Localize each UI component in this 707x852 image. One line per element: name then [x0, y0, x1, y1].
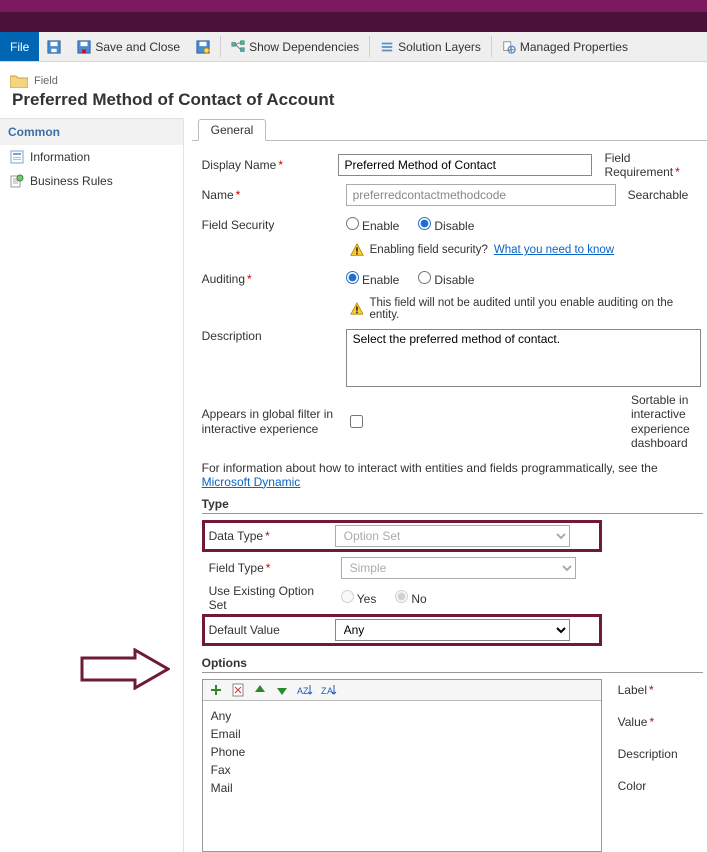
- save-as-button[interactable]: [188, 32, 218, 61]
- move-up-button[interactable]: [253, 683, 267, 697]
- managed-properties-label: Managed Properties: [520, 40, 628, 54]
- main-pane: General Display Name* Field Requirement*…: [184, 118, 707, 852]
- type-section-heading: Type: [202, 497, 703, 514]
- auditing-label: Auditing*: [202, 272, 340, 286]
- save-and-close-label: Save and Close: [95, 40, 180, 54]
- sort-asc-button[interactable]: AZ: [297, 683, 313, 697]
- file-label: File: [10, 40, 29, 54]
- field-security-label: Field Security: [202, 218, 340, 232]
- move-down-button[interactable]: [275, 683, 289, 697]
- data-type-label: Data Type*: [209, 529, 335, 543]
- warning-icon: [350, 302, 364, 316]
- solution-layers-label: Solution Layers: [398, 40, 481, 54]
- svg-text:Z: Z: [303, 686, 309, 696]
- auditing-enable[interactable]: Enable: [346, 271, 400, 287]
- sort-desc-button[interactable]: ZA: [321, 683, 337, 697]
- show-dependencies-button[interactable]: Show Dependencies: [223, 32, 367, 61]
- tab-label: General: [211, 123, 254, 137]
- delete-option-button[interactable]: [231, 683, 245, 697]
- default-value-select[interactable]: Any: [335, 619, 570, 641]
- list-item[interactable]: Fax: [211, 761, 593, 779]
- page-header: Field Preferred Method of Contact of Acc…: [0, 62, 707, 118]
- options-toolbar: AZ ZA: [203, 680, 601, 701]
- save-close-icon: [77, 40, 91, 54]
- global-filter-label: Appears in global filter in interactive …: [202, 407, 340, 436]
- ribbon-separator: [369, 36, 370, 57]
- name-input: [346, 184, 616, 206]
- option-value-label: Value*: [618, 715, 678, 729]
- save-icon-button[interactable]: [39, 32, 69, 61]
- save-as-icon: [196, 40, 210, 54]
- tab-bar: General: [192, 118, 707, 141]
- use-existing-no[interactable]: No: [395, 590, 427, 606]
- add-option-button[interactable]: [209, 683, 223, 697]
- sdk-link[interactable]: Microsoft Dynamic: [202, 475, 301, 489]
- field-type-label: Field Type*: [209, 561, 335, 575]
- option-detail-labels: Label* Value* Description Color: [618, 679, 678, 852]
- ribbon-separator: [220, 36, 221, 57]
- sidebar-item-label: Information: [30, 150, 90, 164]
- sidebar: Common Information Business Rules: [0, 118, 184, 852]
- sidebar-item-label: Business Rules: [30, 174, 113, 188]
- options-list[interactable]: Any Email Phone Fax Mail: [203, 701, 601, 851]
- name-label: Name*: [202, 188, 340, 202]
- global-filter-checkbox[interactable]: [350, 415, 363, 428]
- data-type-select: Option Set: [335, 525, 570, 547]
- description-input[interactable]: Select the preferred method of contact.: [346, 329, 701, 387]
- sdk-info-line: For information about how to interact wi…: [202, 461, 703, 489]
- field-requirement-label: Field Requirement*: [604, 151, 703, 179]
- ribbon-separator: [491, 36, 492, 57]
- save-and-close-button[interactable]: Save and Close: [69, 32, 188, 61]
- list-item[interactable]: Phone: [211, 743, 593, 761]
- list-item[interactable]: Any: [211, 707, 593, 725]
- solution-layers-button[interactable]: Solution Layers: [372, 32, 489, 61]
- default-value-callout: Default Value Any: [202, 614, 602, 646]
- file-menu[interactable]: File: [0, 32, 39, 61]
- sortable-label: Sortable in interactive experience dashb…: [631, 393, 703, 451]
- field-security-warning: Enabling field security? What you need t…: [350, 243, 703, 257]
- default-value-label: Default Value: [209, 623, 335, 637]
- auditing-disable[interactable]: Disable: [418, 271, 474, 287]
- header-kind: Field: [34, 75, 58, 87]
- warning-icon: [350, 243, 364, 257]
- managed-properties-button[interactable]: Managed Properties: [494, 32, 636, 61]
- field-security-disable[interactable]: Disable: [418, 217, 474, 233]
- option-description-label: Description: [618, 747, 678, 761]
- auditing-warning: This field will not be audited until you…: [350, 297, 703, 321]
- properties-icon: [502, 40, 516, 54]
- title-bar: [0, 12, 707, 32]
- option-color-label: Color: [618, 779, 678, 793]
- sidebar-item-information[interactable]: Information: [0, 145, 183, 169]
- form-icon: [10, 150, 24, 164]
- field-type-select: Simple: [341, 557, 576, 579]
- title-band: [0, 0, 707, 12]
- dependencies-icon: [231, 40, 245, 54]
- option-label-label: Label*: [618, 683, 678, 697]
- field-security-enable[interactable]: Enable: [346, 217, 400, 233]
- options-section-heading: Options: [202, 656, 703, 673]
- layers-icon: [380, 40, 394, 54]
- use-existing-yes[interactable]: Yes: [341, 590, 377, 606]
- searchable-label: Searchable: [628, 188, 689, 202]
- display-name-label: Display Name*: [202, 158, 332, 172]
- ribbon: File Save and Close Show Dependencies So…: [0, 32, 707, 62]
- use-existing-label: Use Existing Option Set: [209, 584, 335, 612]
- list-item[interactable]: Mail: [211, 779, 593, 797]
- rules-icon: [10, 174, 24, 188]
- show-dependencies-label: Show Dependencies: [249, 40, 359, 54]
- save-icon: [47, 40, 61, 54]
- sidebar-heading: Common: [0, 119, 183, 145]
- folder-icon: [10, 74, 28, 88]
- options-panel: AZ ZA Any Email Phone Fax Mail: [202, 679, 602, 852]
- data-type-callout: Data Type* Option Set: [202, 520, 602, 552]
- list-item[interactable]: Email: [211, 725, 593, 743]
- annotation-arrow-icon: [80, 648, 170, 690]
- svg-text:A: A: [327, 686, 333, 696]
- tab-general[interactable]: General: [198, 119, 267, 141]
- field-security-info-link[interactable]: What you need to know: [494, 244, 614, 256]
- display-name-input[interactable]: [338, 154, 593, 176]
- description-label: Description: [202, 329, 340, 343]
- sidebar-item-business-rules[interactable]: Business Rules: [0, 169, 183, 193]
- page-title: Preferred Method of Contact of Account: [10, 90, 697, 110]
